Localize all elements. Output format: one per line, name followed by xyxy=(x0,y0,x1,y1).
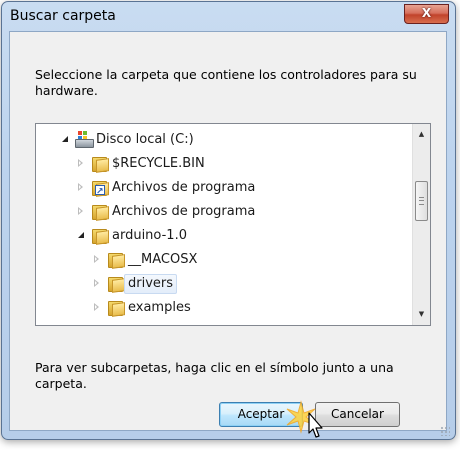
folder-tree[interactable]: Disco local (C:) $RECYCLE.BIN Archivos d… xyxy=(35,123,431,326)
cancel-button[interactable]: Cancelar xyxy=(315,402,400,427)
drive-icon xyxy=(75,131,94,148)
tree-item-label: arduino-1.0 xyxy=(112,228,187,243)
tree-item-examples[interactable]: examples xyxy=(36,296,411,320)
instructions-text: Seleccione la carpeta que contiene los c… xyxy=(35,67,417,98)
expand-arrow-icon[interactable] xyxy=(78,159,83,167)
mouse-cursor-icon xyxy=(308,412,323,438)
folder-icon xyxy=(92,204,109,221)
folder-icon xyxy=(108,252,125,269)
expand-arrow-icon[interactable] xyxy=(78,183,83,191)
expand-arrow-icon[interactable] xyxy=(94,279,99,287)
expand-arrow-icon[interactable] xyxy=(94,255,99,263)
folder-icon xyxy=(108,300,125,317)
expand-arrow-icon[interactable] xyxy=(94,303,99,311)
tree-item-archivos-de-programa[interactable]: Archivos de programa xyxy=(36,200,411,224)
tree-item-macosx[interactable]: __MACOSX xyxy=(36,248,411,272)
tree-item-label: examples xyxy=(128,300,191,315)
folder-icon xyxy=(108,276,125,293)
tree-item-recycle-bin[interactable]: $RECYCLE.BIN xyxy=(36,152,411,176)
tree-item-label: __MACOSX xyxy=(128,252,198,267)
scroll-down-arrow-icon[interactable]: ▼ xyxy=(413,306,430,323)
collapse-arrow-icon[interactable] xyxy=(78,232,84,238)
expand-arrow-icon[interactable] xyxy=(78,207,83,215)
collapse-arrow-icon[interactable] xyxy=(62,136,68,142)
tree-item-label: Disco local (C:) xyxy=(96,132,194,147)
close-button[interactable]: X xyxy=(404,4,449,24)
dialog-title: Buscar carpeta xyxy=(10,8,116,24)
folder-shortcut-icon xyxy=(92,180,109,204)
resize-grip-icon[interactable] xyxy=(440,426,450,436)
scroll-up-arrow-icon[interactable]: ▲ xyxy=(413,126,430,143)
vertical-scrollbar[interactable]: ▲ ▼ xyxy=(412,124,430,325)
tree-item-label: Archivos de programa xyxy=(112,204,256,219)
tree-item-drivers[interactable]: drivers xyxy=(36,272,411,296)
scroll-thumb[interactable] xyxy=(415,181,428,221)
folder-icon xyxy=(92,156,109,173)
tree-item-label: $RECYCLE.BIN xyxy=(112,156,205,171)
folder-icon xyxy=(92,228,109,245)
tree-item-label: Archivos de programa xyxy=(112,180,256,195)
tree-item-arduino[interactable]: arduino-1.0 xyxy=(36,224,411,248)
tree-item-archivos-de-programa-shortcut[interactable]: Archivos de programa xyxy=(36,176,411,204)
title-bar[interactable]: Buscar carpeta X xyxy=(2,2,455,32)
hint-text: Para ver subcarpetas, haga clic en el sí… xyxy=(35,360,394,391)
tree-item-label: drivers xyxy=(124,274,178,294)
tree-item-disco-local[interactable]: Disco local (C:) xyxy=(36,128,411,152)
